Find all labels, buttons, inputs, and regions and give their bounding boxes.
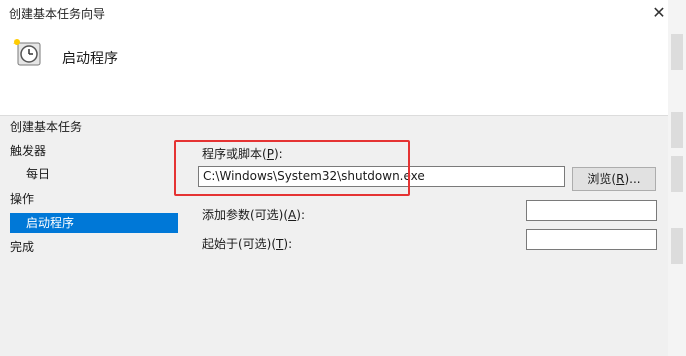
task-scheduler-clock-icon (13, 39, 41, 66)
background-strip-block (671, 156, 683, 192)
nav-step-finish[interactable]: 完成 (10, 237, 34, 257)
nav-step-trigger[interactable]: 触发器 (10, 141, 46, 161)
red-highlight-box (174, 140, 410, 196)
start-in-label: 起始于(可选)(T): (202, 237, 293, 251)
arguments-input[interactable] (526, 200, 657, 221)
browse-button[interactable]: 浏览(R)... (572, 167, 656, 191)
wizard-steps-nav: 创建基本任务 触发器 每日 操作 启动程序 完成 (0, 115, 180, 356)
page-heading: 启动程序 (62, 51, 118, 67)
background-strip-block (671, 34, 683, 70)
nav-step-action[interactable]: 操作 (10, 189, 34, 209)
nav-step-start-program[interactable]: 启动程序 (10, 213, 178, 233)
close-icon[interactable]: ✕ (648, 3, 670, 23)
background-strip-block (671, 112, 683, 148)
arguments-label: 添加参数(可选)(A): (202, 208, 305, 222)
create-basic-task-wizard: 创建基本任务向导 ✕ 启动程序 创建基本任务 触发器 每日 操作 启动程序 完成… (0, 0, 668, 356)
nav-step-daily[interactable]: 每日 (26, 164, 50, 184)
wizard-header: 创建基本任务向导 ✕ 启动程序 (0, 0, 668, 116)
window-title: 创建基本任务向导 (9, 7, 106, 21)
start-in-input[interactable] (526, 229, 657, 250)
background-strip-block (671, 228, 683, 264)
nav-step-create-basic-task[interactable]: 创建基本任务 (10, 117, 82, 137)
